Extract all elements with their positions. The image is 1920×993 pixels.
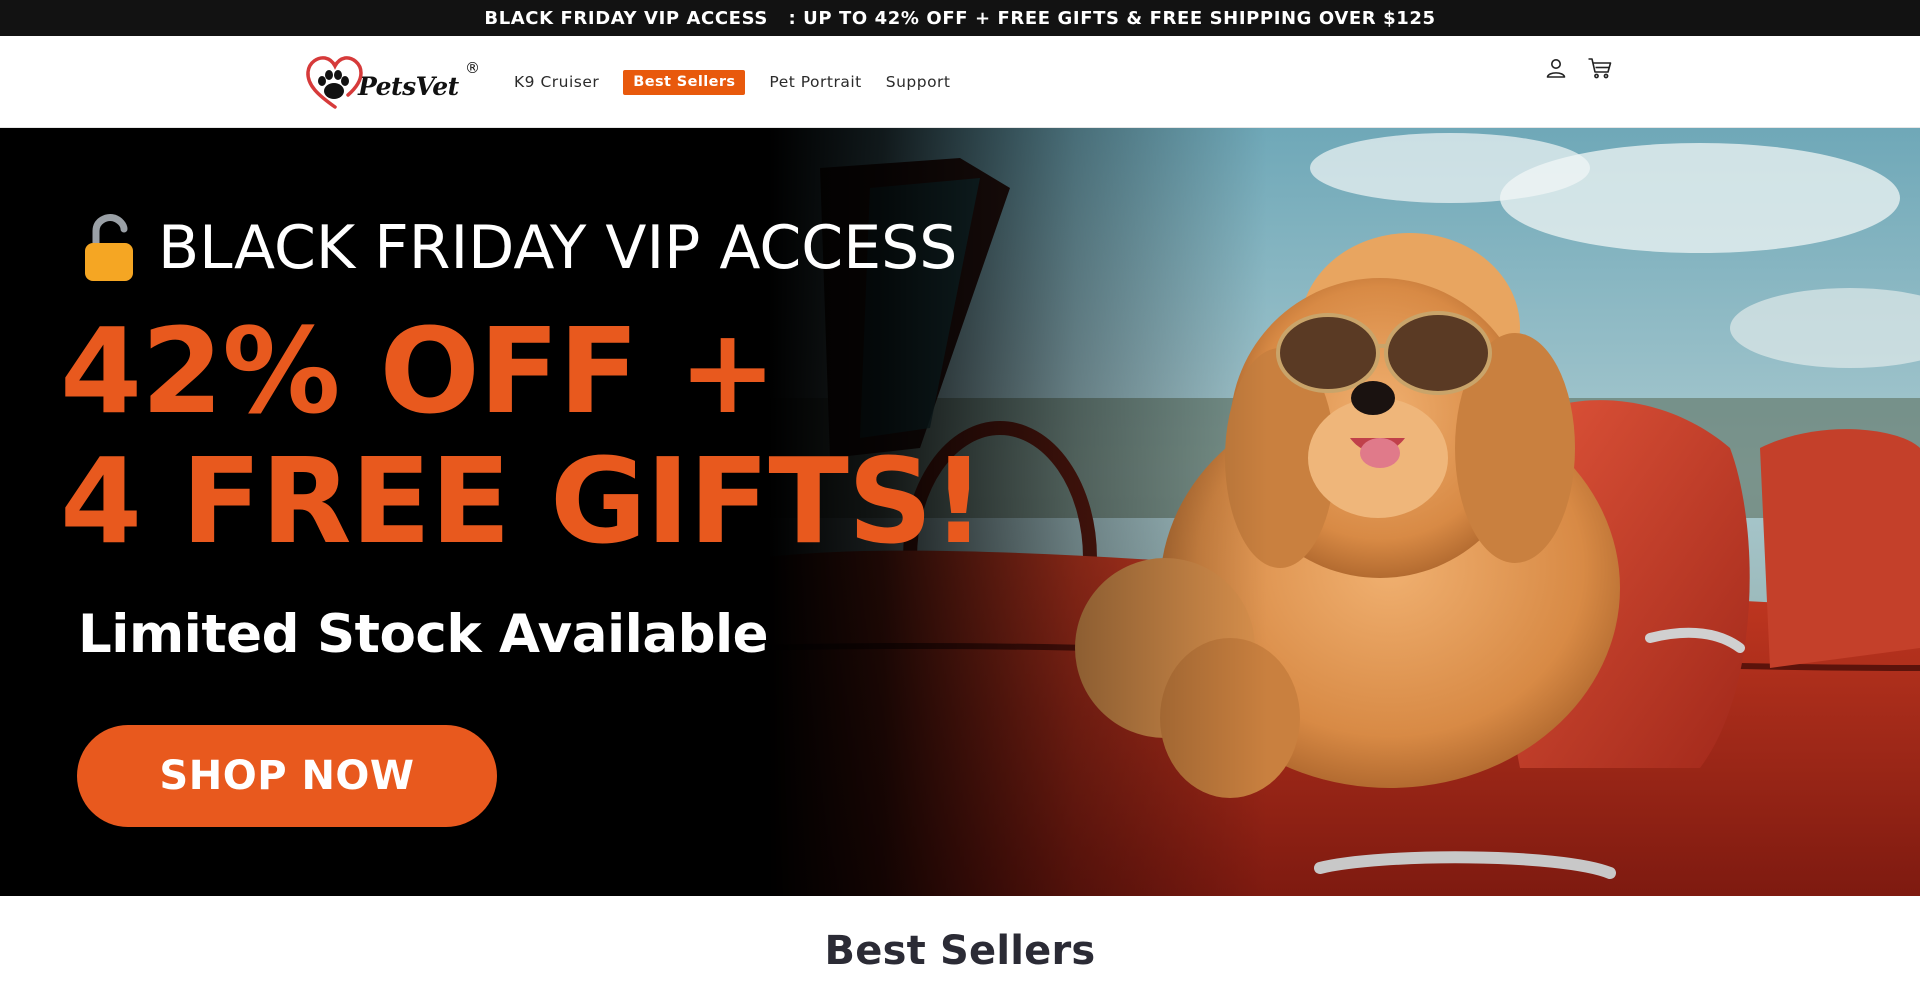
nav-item-k9-cruiser[interactable]: K9 Cruiser [514, 73, 599, 91]
hero-banner[interactable]: BLACK FRIDAY VIP ACCESS 42% OFF + 4 FREE… [0, 128, 1920, 896]
hero-subheadline: Limited Stock Available [78, 604, 769, 665]
hero-vip-text: BLACK FRIDAY VIP ACCESS [158, 213, 958, 283]
nav-item-support[interactable]: Support [886, 73, 951, 91]
nav-item-pet-portrait[interactable]: Pet Portrait [769, 73, 861, 91]
registered-mark: ® [465, 59, 480, 77]
hero-vip-heading: BLACK FRIDAY VIP ACCESS [82, 208, 957, 288]
account-icon[interactable] [1540, 52, 1572, 84]
announcement-text: BLACK FRIDAY VIP ACCESS : UP TO 42% OFF … [484, 7, 1436, 29]
section-title-best-sellers: Best Sellers [824, 928, 1096, 974]
shop-now-button[interactable]: SHOP NOW [77, 725, 497, 827]
main-nav: K9 Cruiser Best Sellers Pet Portrait Sup… [514, 36, 975, 128]
site-header: PetsVet ® K9 Cruiser Best Sellers Pet Po… [0, 36, 1920, 128]
hero-headline-line1: 42% OFF + [60, 302, 777, 440]
logo-text: PetsVet [358, 71, 459, 101]
unlocked-padlock-icon [82, 213, 138, 283]
logo[interactable]: PetsVet ® [304, 55, 484, 111]
cart-icon[interactable] [1584, 52, 1616, 84]
nav-item-best-sellers[interactable]: Best Sellers [623, 69, 746, 95]
hero-headline-line2: 4 FREE GIFTS! [60, 432, 986, 570]
announcement-bar: BLACK FRIDAY VIP ACCESS : UP TO 42% OFF … [0, 0, 1920, 36]
heart-paw-icon [304, 55, 366, 111]
